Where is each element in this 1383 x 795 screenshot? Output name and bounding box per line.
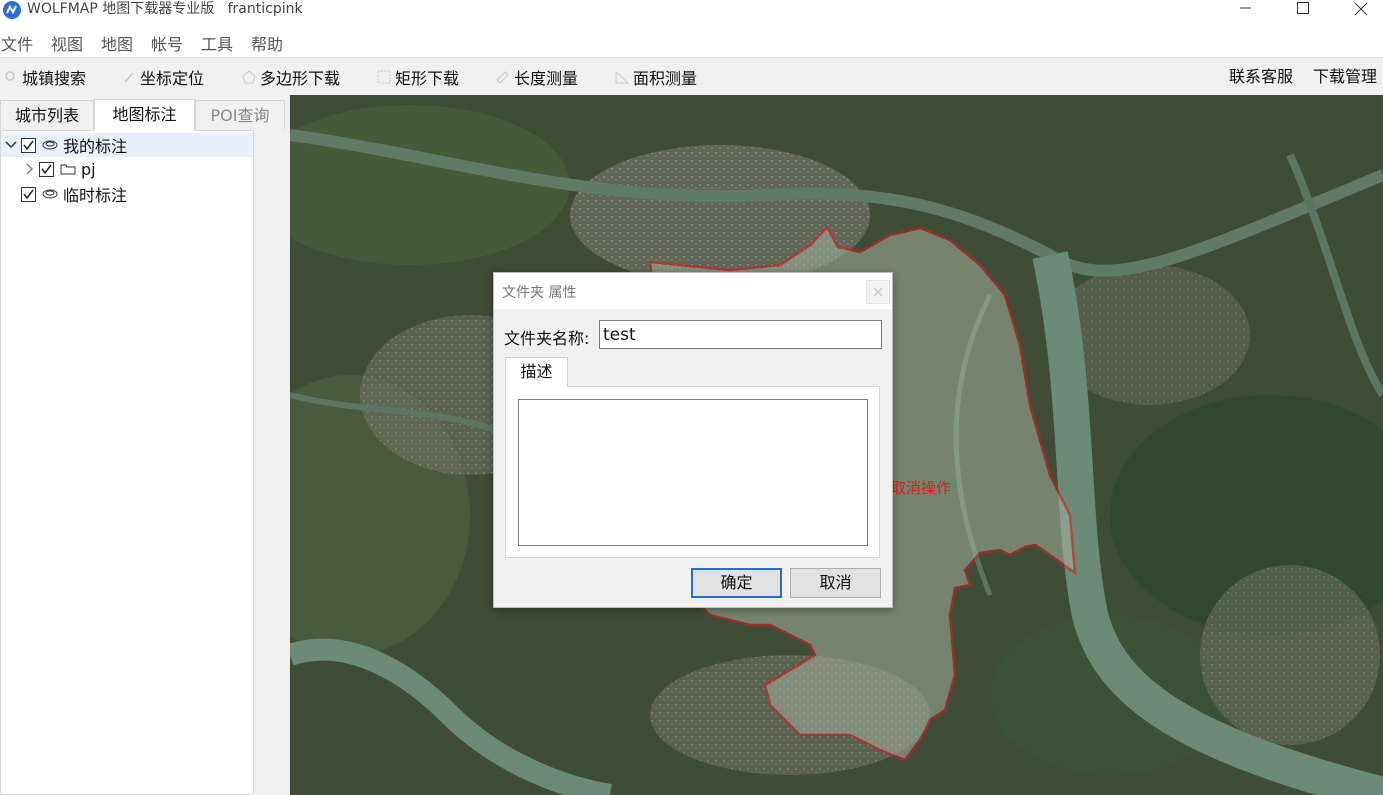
tree-item-label: 临时标注 <box>63 186 128 205</box>
dialog-titlebar: 文件夹 属性 <box>494 273 892 309</box>
toolbar: 城镇搜索 坐标定位 多边形下载 矩形下载 长度测量 面积测量 联系客服 下载管理 <box>0 57 1383 96</box>
tree-checkbox[interactable] <box>39 161 54 177</box>
pin-icon <box>122 70 136 84</box>
menu-view[interactable]: 视图 <box>51 31 83 55</box>
tree-item-temp-markers[interactable]: 临时标注 <box>21 182 251 206</box>
menu-map[interactable]: 地图 <box>101 31 133 55</box>
window-titlebar: WOLFMAP 地图下载器专业版 franticpink <box>0 0 1383 22</box>
rectangle-icon <box>377 70 391 84</box>
tree-item-my-markers[interactable]: 我的标注 <box>1 133 253 157</box>
left-panel-tabs: 城市列表 地图标注 POI查询 <box>0 95 290 131</box>
tree-item-pj[interactable]: pj <box>21 157 251 181</box>
town-search-button[interactable]: 城镇搜索 <box>4 58 86 96</box>
dialog-title: 文件夹 属性 <box>502 285 577 301</box>
menu-account[interactable]: 帐号 <box>151 31 183 55</box>
ok-button[interactable]: 确定 <box>691 568 782 598</box>
folder-properties-dialog: 文件夹 属性 文件夹名称: 描述 确定 取消 <box>493 272 893 608</box>
description-textarea[interactable] <box>518 399 868 546</box>
app-logo-icon <box>3 1 21 19</box>
tool-label: 长度测量 <box>514 69 579 88</box>
cancel-button[interactable]: 取消 <box>790 568 881 598</box>
tree-item-label: 我的标注 <box>63 137 128 156</box>
tab-poi-query[interactable]: POI查询 <box>195 100 285 129</box>
search-icon <box>4 70 18 84</box>
minimize-button[interactable] <box>1223 0 1269 20</box>
download-manager-link[interactable]: 下载管理 <box>1313 58 1377 96</box>
chevron-right-icon[interactable] <box>21 161 37 177</box>
area-icon <box>615 70 629 84</box>
contact-support-link[interactable]: 联系客服 <box>1229 58 1293 96</box>
tool-label: 多边形下载 <box>260 69 341 88</box>
coordinate-locate-button[interactable]: 坐标定位 <box>122 58 204 96</box>
menu-file[interactable]: 文件 <box>1 31 33 55</box>
menu-tools[interactable]: 工具 <box>201 31 233 55</box>
layer-icon <box>42 138 58 152</box>
close-window-button[interactable] <box>1337 0 1383 20</box>
polygon-download-button[interactable]: 多边形下载 <box>242 58 340 96</box>
tool-label: 坐标定位 <box>140 69 205 88</box>
tree-checkbox[interactable] <box>21 186 36 202</box>
tool-label: 城镇搜索 <box>22 69 87 88</box>
tool-label: 矩形下载 <box>395 69 460 88</box>
description-panel <box>505 386 880 558</box>
layer-icon <box>42 187 58 201</box>
maximize-button[interactable] <box>1280 0 1326 20</box>
polygon-icon <box>242 70 256 84</box>
tool-label: 面积测量 <box>633 69 698 88</box>
tab-map-markers[interactable]: 地图标注 <box>94 99 195 131</box>
marker-tree: 我的标注 pj 临时标注 <box>0 130 254 795</box>
left-panel: 城市列表 地图标注 POI查询 我的标注 pj 临时标注 <box>0 95 290 795</box>
area-measure-button[interactable]: 面积测量 <box>615 58 697 96</box>
menu-help[interactable]: 帮助 <box>251 31 283 55</box>
chevron-down-icon[interactable] <box>3 137 19 153</box>
folder-name-input[interactable] <box>599 320 882 349</box>
window-title: WOLFMAP 地图下载器专业版 franticpink <box>27 1 303 17</box>
rectangle-download-button[interactable]: 矩形下载 <box>377 58 459 96</box>
tree-checkbox[interactable] <box>21 137 36 153</box>
menu-bar: 文件 视图 地图 帐号 工具 帮助 <box>0 27 1383 55</box>
close-icon <box>874 288 882 296</box>
map-overlay-text: 取消操作 <box>891 479 952 497</box>
tab-description[interactable]: 描述 <box>505 357 568 387</box>
dialog-close-button[interactable] <box>866 280 890 304</box>
ruler-icon <box>496 70 510 84</box>
tree-item-label: pj <box>81 159 96 179</box>
tab-city-list[interactable]: 城市列表 <box>0 100 94 129</box>
length-measure-button[interactable]: 长度测量 <box>496 58 578 96</box>
folder-name-label: 文件夹名称: <box>504 329 590 348</box>
folder-icon <box>60 162 76 176</box>
